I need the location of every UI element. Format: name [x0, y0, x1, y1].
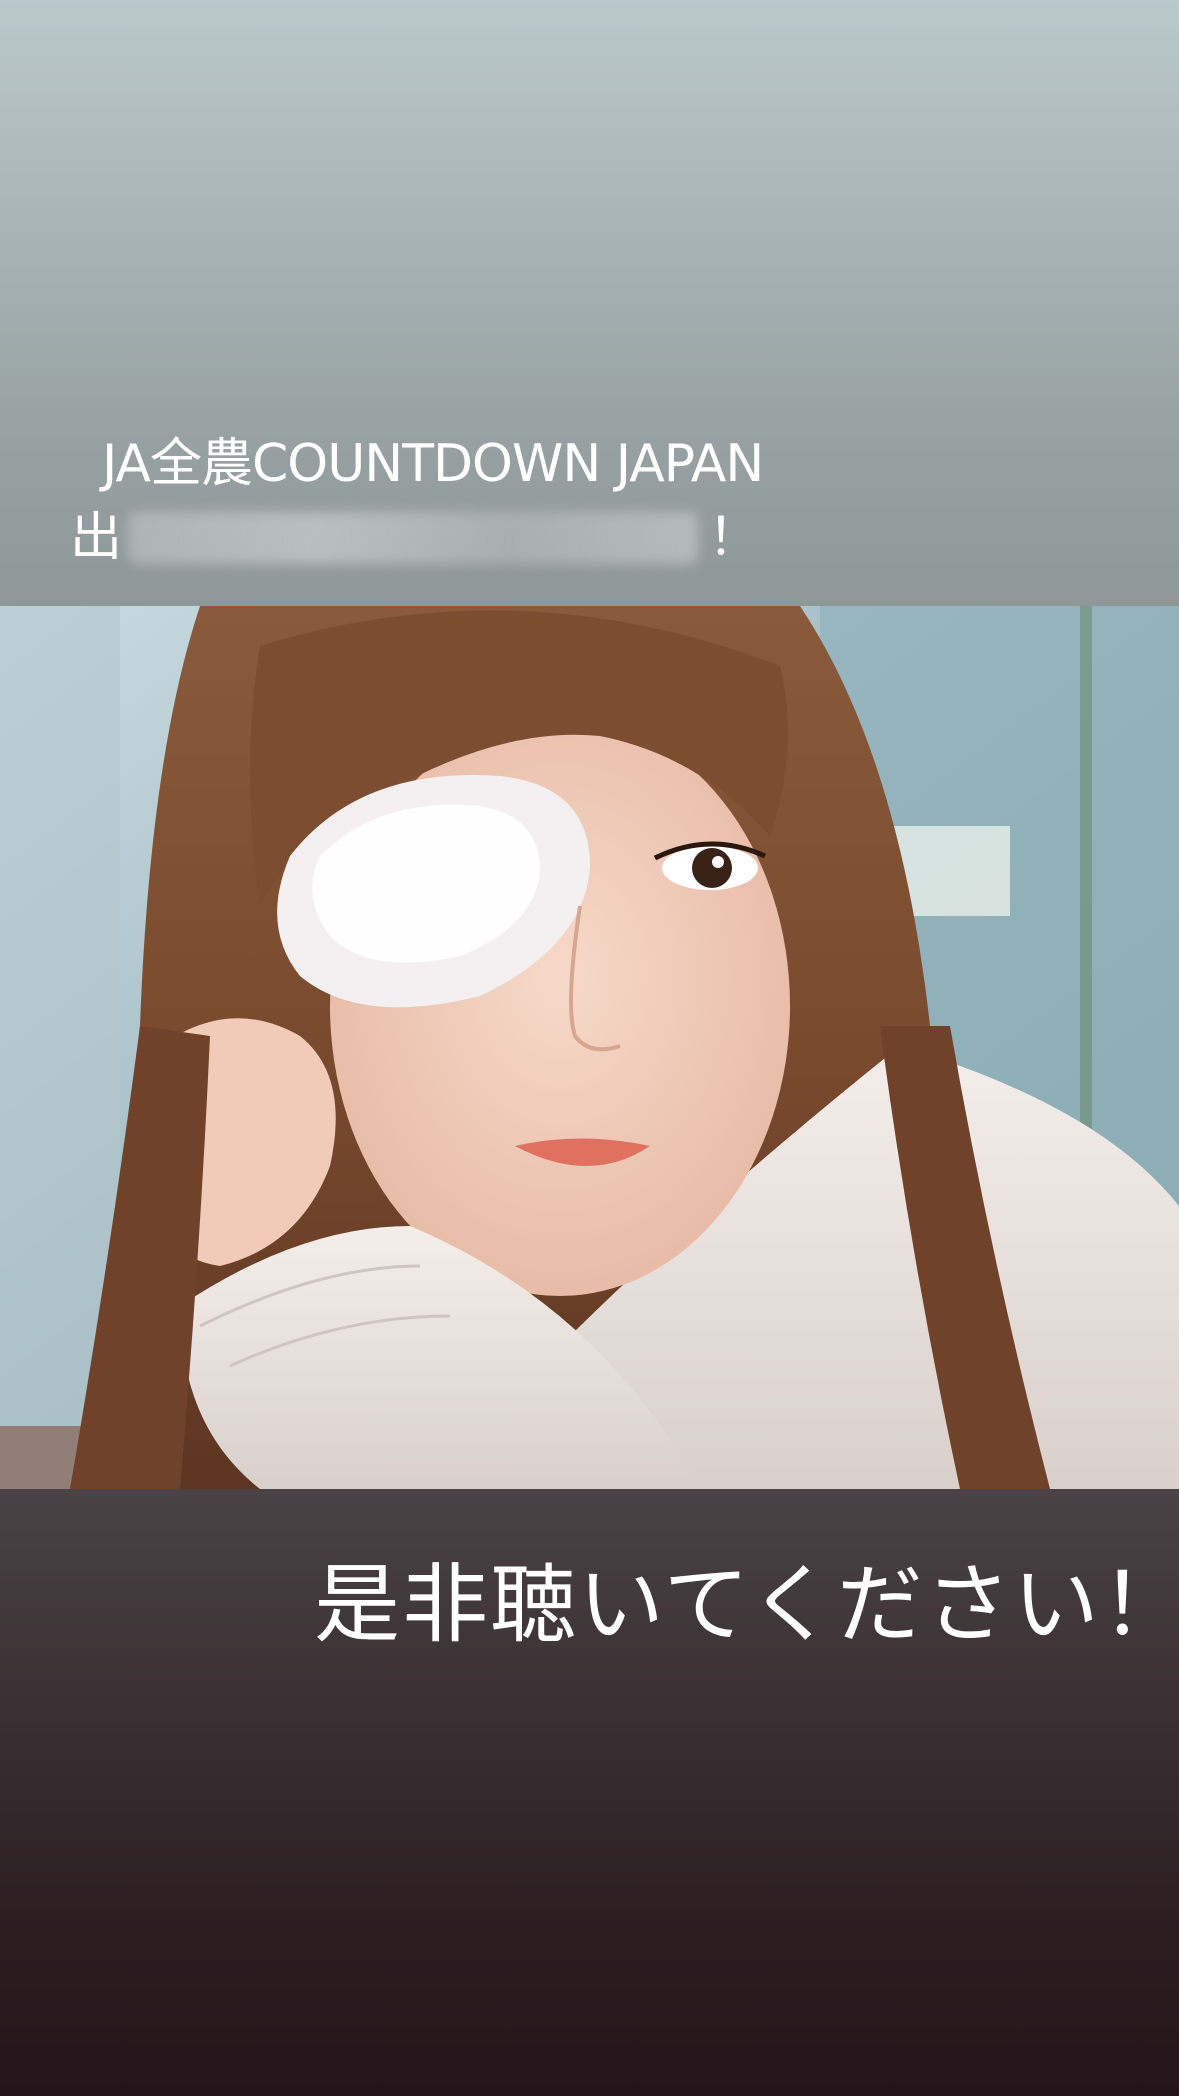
caption-text-line1: JA全農COUNTDOWN JAPAN — [102, 434, 764, 494]
story-photo — [0, 606, 1179, 1489]
caption-line2-start: 出 — [70, 508, 123, 568]
story-viewer[interactable]: JA全農COUNTDOWN JAPAN 出 ！ 是非聴いてください！ — [0, 0, 1179, 2096]
blurred-text-region — [128, 512, 699, 564]
caption-bottom-text: 是非聴いてください！ — [314, 1555, 1179, 1655]
caption-text-line2: 出 ！ — [70, 512, 760, 564]
caption-line2-end: ！ — [708, 508, 761, 568]
